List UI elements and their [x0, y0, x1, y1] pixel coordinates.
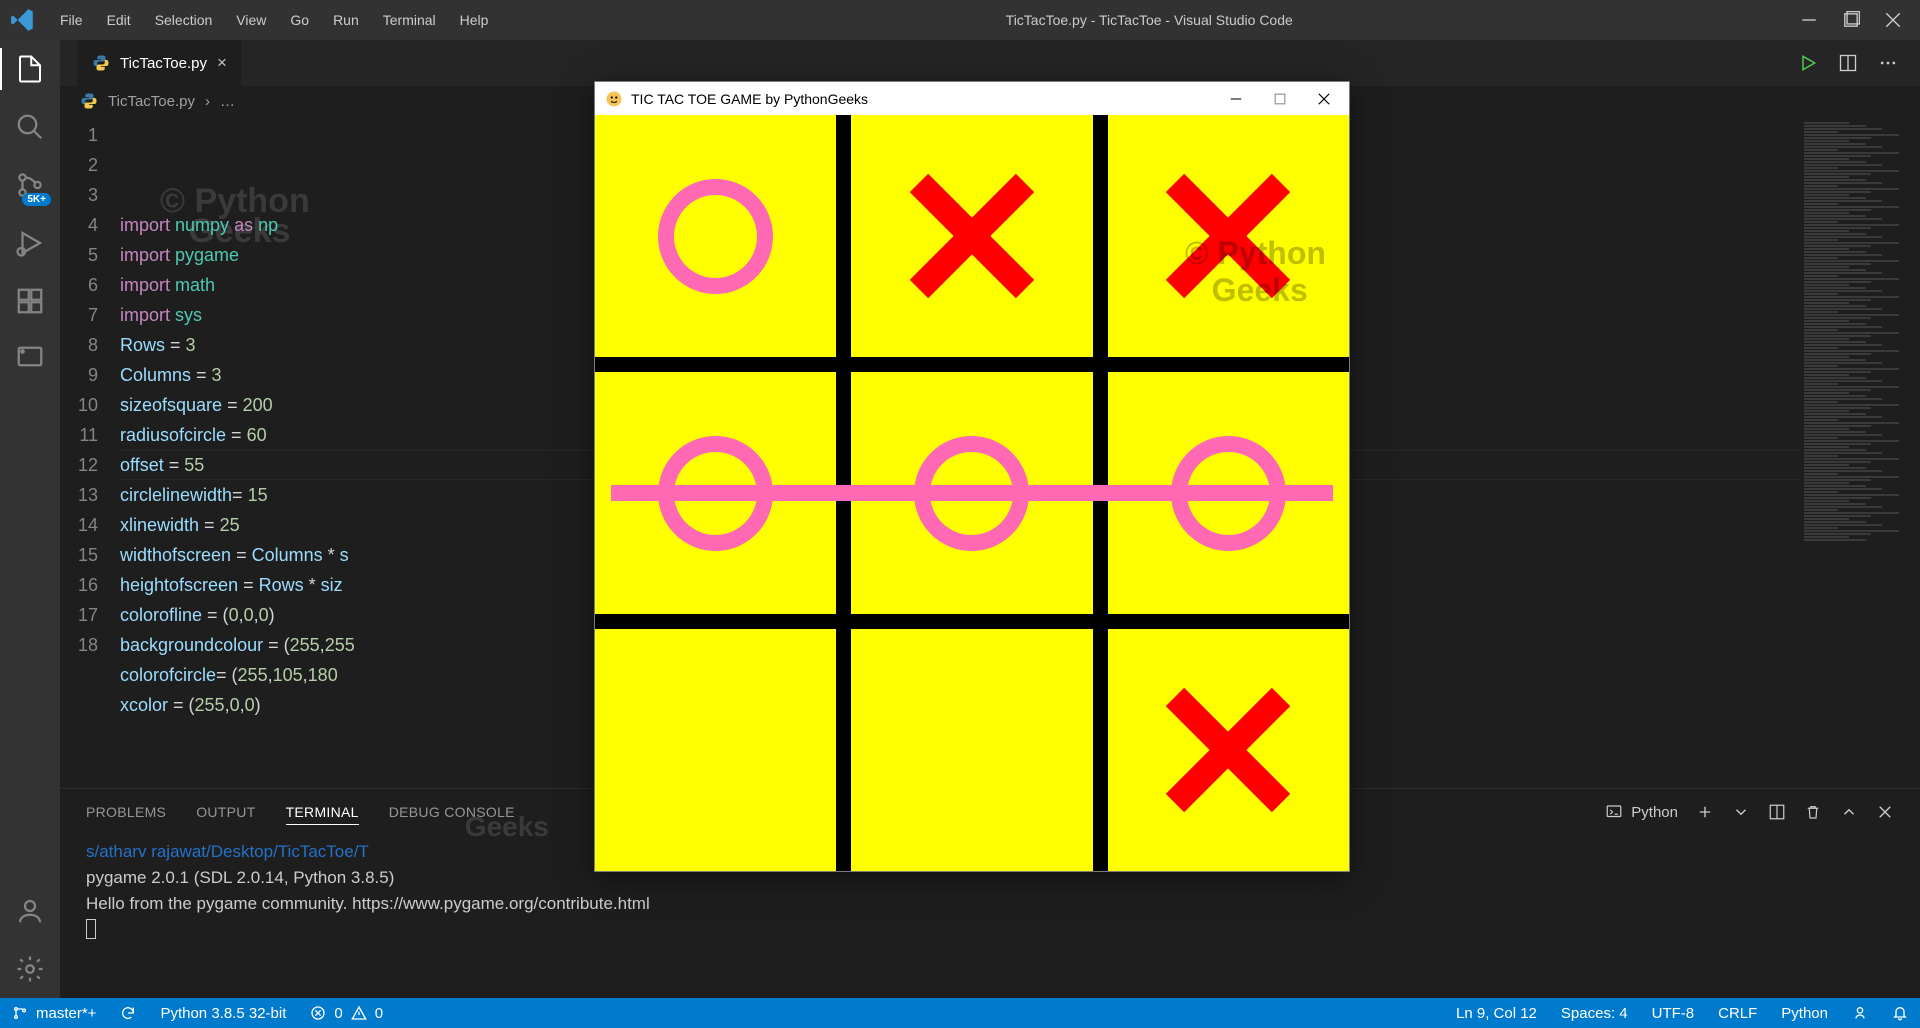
- line-gutter: 123456789101112131415161718: [60, 116, 120, 788]
- new-terminal-icon[interactable]: [1696, 803, 1714, 821]
- mark-o: [658, 179, 773, 294]
- python-file-icon: [92, 54, 110, 72]
- game-window[interactable]: TIC TAC TOE GAME by PythonGeeks © Python…: [594, 81, 1350, 872]
- run-file-icon[interactable]: [1798, 53, 1818, 73]
- panel-close-icon[interactable]: [1876, 803, 1894, 821]
- activity-bar: 5K+: [0, 40, 60, 998]
- minimize-icon[interactable]: [1800, 11, 1818, 29]
- game-cell-0-2[interactable]: [1108, 115, 1349, 357]
- pygame-icon: [605, 90, 623, 108]
- statusbar: master*+ Python 3.8.5 32-bit 0 0 Ln 9, C…: [0, 998, 1920, 1028]
- menu-help[interactable]: Help: [450, 8, 499, 32]
- minimap[interactable]: [1800, 116, 1920, 788]
- status-spaces[interactable]: Spaces: 4: [1549, 1005, 1640, 1022]
- run-debug-icon[interactable]: [15, 228, 45, 258]
- status-language[interactable]: Python: [1769, 1005, 1840, 1022]
- split-terminal-icon[interactable]: [1768, 803, 1786, 821]
- menu-file[interactable]: File: [50, 8, 93, 32]
- status-feedback-icon[interactable]: [1840, 1005, 1880, 1021]
- tab-tictactoe[interactable]: TicTacToe.py ×: [78, 40, 241, 86]
- status-branch[interactable]: master*+: [0, 998, 108, 1028]
- remote-icon[interactable]: [15, 344, 45, 374]
- terminal-dropdown[interactable]: Python: [1605, 803, 1678, 821]
- explorer-icon[interactable]: [15, 54, 45, 84]
- game-cell-2-1[interactable]: [851, 629, 1092, 871]
- source-control-icon[interactable]: 5K+: [15, 170, 45, 200]
- status-problems[interactable]: 0 0: [298, 998, 395, 1028]
- menu-edit[interactable]: Edit: [97, 8, 141, 32]
- chevron-right-icon: ›: [205, 93, 210, 110]
- status-eol[interactable]: CRLF: [1706, 1005, 1769, 1022]
- panel-tab-terminal[interactable]: TERMINAL: [286, 800, 359, 825]
- panel-tab-debug[interactable]: DEBUG CONSOLE: [389, 800, 515, 824]
- breadcrumb-ellipsis: …: [220, 93, 235, 110]
- game-title: TIC TAC TOE GAME by PythonGeeks: [631, 91, 868, 107]
- game-cell-0-1[interactable]: [851, 115, 1092, 357]
- titlebar: File Edit Selection View Go Run Terminal…: [0, 0, 1920, 40]
- menu-selection[interactable]: Selection: [145, 8, 223, 32]
- mark-x: [912, 176, 1032, 296]
- split-editor-icon[interactable]: [1838, 53, 1858, 73]
- scm-badge: 5K+: [22, 193, 51, 206]
- close-icon[interactable]: [1884, 11, 1902, 29]
- panel-tab-problems[interactable]: PROBLEMS: [86, 800, 166, 824]
- trash-icon[interactable]: [1804, 803, 1822, 821]
- game-canvas[interactable]: © Python Geeks: [595, 115, 1349, 871]
- chevron-down-icon[interactable]: [1732, 803, 1750, 821]
- status-errors: 0: [334, 1005, 342, 1022]
- accounts-icon[interactable]: [15, 896, 45, 926]
- status-encoding[interactable]: UTF-8: [1640, 1005, 1707, 1022]
- status-python[interactable]: Python 3.8.5 32-bit: [148, 998, 298, 1028]
- menu-run[interactable]: Run: [323, 8, 369, 32]
- status-bell-icon[interactable]: [1880, 1005, 1920, 1021]
- panel-tab-output[interactable]: OUTPUT: [196, 800, 255, 824]
- chevron-up-icon[interactable]: [1840, 803, 1858, 821]
- status-warnings: 0: [375, 1005, 383, 1022]
- menubar: File Edit Selection View Go Run Terminal…: [50, 8, 498, 32]
- win-line: [611, 485, 1333, 501]
- editor-tabbar: TicTacToe.py ×: [60, 40, 1920, 86]
- game-cell-2-0[interactable]: [595, 629, 836, 871]
- terminal-line: Hello from the pygame community. https:/…: [86, 891, 1894, 917]
- game-close-icon[interactable]: [1317, 92, 1331, 106]
- settings-gear-icon[interactable]: [15, 954, 45, 984]
- more-icon[interactable]: [1878, 53, 1898, 73]
- game-titlebar[interactable]: TIC TAC TOE GAME by PythonGeeks: [595, 82, 1349, 115]
- extensions-icon[interactable]: [15, 286, 45, 316]
- vscode-icon: [10, 7, 36, 33]
- mark-x: [1168, 690, 1288, 810]
- game-minimize-icon[interactable]: [1229, 92, 1243, 106]
- tab-close-icon[interactable]: ×: [217, 53, 227, 73]
- status-position[interactable]: Ln 9, Col 12: [1444, 1005, 1549, 1022]
- menu-view[interactable]: View: [226, 8, 276, 32]
- python-file-icon: [80, 92, 98, 110]
- search-icon[interactable]: [15, 112, 45, 142]
- status-sync[interactable]: [108, 998, 148, 1028]
- terminal-dropdown-label: Python: [1631, 804, 1678, 821]
- breadcrumb-file: TicTacToe.py: [108, 93, 195, 110]
- menu-terminal[interactable]: Terminal: [373, 8, 446, 32]
- terminal-path: s/atharv rajawat/Desktop/TicTacToe/T: [86, 842, 369, 861]
- tab-label: TicTacToe.py: [120, 55, 207, 72]
- maximize-icon[interactable]: [1842, 11, 1860, 29]
- status-branch-label: master*+: [36, 1005, 96, 1022]
- window-controls: [1800, 11, 1910, 29]
- terminal-cursor: [86, 919, 96, 939]
- game-cell-0-0[interactable]: [595, 115, 836, 357]
- game-maximize-icon[interactable]: [1273, 92, 1287, 106]
- window-title: TicTacToe.py - TicTacToe - Visual Studio…: [498, 12, 1800, 28]
- menu-go[interactable]: Go: [280, 8, 319, 32]
- game-cell-2-2[interactable]: [1108, 629, 1349, 871]
- mark-x: [1168, 176, 1288, 296]
